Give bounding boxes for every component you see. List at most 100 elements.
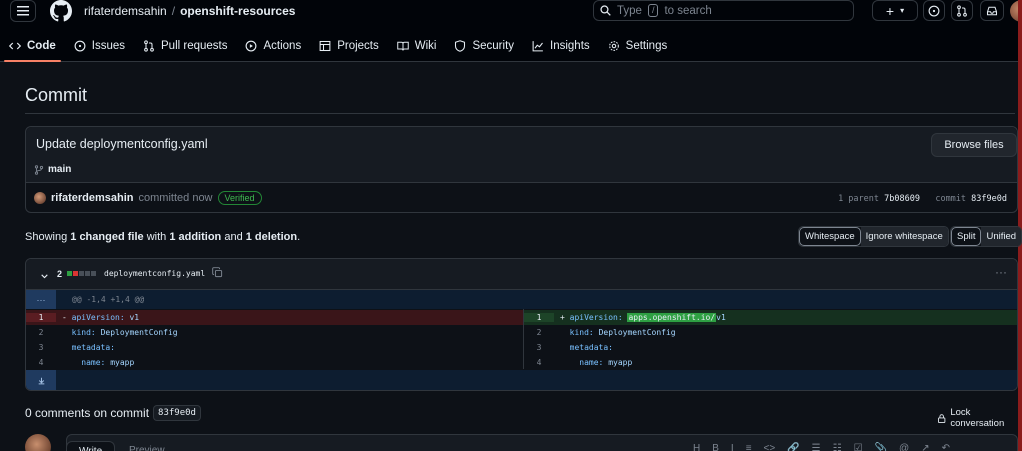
tab-pull-requests[interactable]: Pull requests [134,32,236,60]
tab-insights[interactable]: Insights [523,32,599,60]
whitespace-option[interactable]: Whitespace [799,227,861,246]
lock-conversation-button[interactable]: Lock conversation [937,407,1022,429]
github-logo-icon[interactable] [50,0,72,22]
inbox-button[interactable] [980,0,1004,21]
write-tab[interactable]: Write [66,441,116,451]
pull-request-icon [957,4,967,17]
line-number[interactable]: 2 [26,328,56,337]
line-number[interactable]: 1 [524,313,554,322]
ignore-whitespace-option[interactable]: Ignore whitespace [860,227,948,246]
split-view-option[interactable]: Split [951,227,982,246]
expand-down-icon[interactable] [26,370,56,390]
mention-icon[interactable]: @ [899,443,909,451]
heading-icon[interactable]: H [693,443,700,451]
comments-count-label: 0 comments on commit [25,406,150,420]
reference-icon[interactable]: ↗ [921,443,929,451]
create-new-button[interactable]: + ▾ [872,0,918,21]
branch-name: main [48,164,72,175]
italic-icon[interactable]: I [731,443,734,451]
title-divider [25,113,1015,114]
diff-line-context[interactable]: 4 name: myapp [524,355,1017,370]
yaml-key: kind: [569,328,594,337]
line-number[interactable]: 3 [524,343,554,352]
copy-icon[interactable] [212,267,223,281]
tab-wiki[interactable]: Wiki [388,32,446,60]
hamburger-menu-button[interactable] [10,0,36,22]
line-number[interactable]: 4 [26,358,56,367]
issue-icon [928,5,940,16]
tab-actions[interactable]: Actions [236,32,310,60]
line-number[interactable]: 2 [524,328,554,337]
commit-author-row: rifaterdemsahin committed now Verified [34,191,262,205]
undo-icon[interactable]: ↶ [942,443,950,451]
summary-text: . [297,231,301,243]
verified-badge[interactable]: Verified [217,191,262,205]
browse-files-button[interactable]: Browse files [931,133,1017,157]
line-number[interactable]: 3 [26,343,56,352]
ordered-list-icon[interactable]: ☰ [812,443,821,451]
branch-label[interactable]: main [34,164,71,175]
pull-request-icon [144,40,154,52]
diff-line-context[interactable]: 2 kind: DeploymentConfig [524,325,1017,340]
author-link[interactable]: rifaterdemsahin [51,192,134,204]
graph-icon [532,41,543,52]
attach-icon[interactable]: 📎 [875,443,887,451]
author-avatar[interactable] [34,192,46,204]
diff-line-deleted[interactable]: 1 - apiVersion: v1 [26,310,523,325]
diff-line-context[interactable]: 3 metadata: [524,340,1017,355]
tab-label: Settings [625,40,668,52]
search-input[interactable]: Type / to search [593,0,854,21]
changed-files-count: 1 changed file [70,231,144,243]
issues-button[interactable] [923,0,945,21]
code-icon[interactable]: <> [764,443,776,451]
parent-sha-link[interactable]: 7b08609 [884,194,920,204]
expand-up-button[interactable]: ··· [26,290,56,309]
yaml-value: v1 [129,313,140,322]
shield-icon [455,40,466,52]
link-icon[interactable]: 🔗 [787,443,799,451]
tab-label: Security [472,40,515,52]
tab-label: Pull requests [161,40,228,52]
preview-tab[interactable]: Preview [117,441,177,451]
unordered-list-icon[interactable]: ☷ [833,443,842,451]
owner-link[interactable]: rifaterdemsahin [84,4,167,18]
diff-line-context[interactable]: 2 kind: DeploymentConfig [26,325,523,340]
file-diff: 2 deploymentconfig.yaml ··· ··· @@ -1,4 … [25,258,1018,391]
branch-icon [34,164,44,175]
diff-marker: - [62,313,67,322]
hunk-range: @@ -1,4 +1,4 @@ [72,295,145,304]
tab-projects[interactable]: Projects [310,32,388,60]
diff-filename[interactable]: deploymentconfig.yaml [104,269,205,278]
diff-line-context[interactable]: 3 metadata: [26,340,523,355]
gear-icon [608,41,619,51]
yaml-value: DeploymentConfig [100,328,178,337]
tab-security[interactable]: Security [445,32,523,60]
tab-label: Code [27,40,56,52]
file-options-kebab-icon[interactable]: ··· [995,265,1007,279]
diff-marker: + [560,313,565,322]
diff-line-added[interactable]: 1 + apiVersion: apps.openshift.io/v1 [524,310,1017,325]
pull-requests-button[interactable] [951,0,973,21]
quote-icon[interactable]: ≡ [746,443,752,451]
yaml-key: name: [569,358,604,367]
search-icon [600,5,611,16]
tab-label: Insights [550,40,590,52]
tab-issues[interactable]: Issues [65,32,134,60]
diff-line-count: 2 [57,269,63,279]
bold-icon[interactable]: B [712,443,719,451]
diff-line-context[interactable]: 4 name: myapp [26,355,523,370]
repo-link[interactable]: openshift-resources [180,4,295,18]
line-number[interactable]: 4 [524,358,554,367]
line-number[interactable]: 1 [26,313,56,322]
breadcrumb-separator: / [171,4,176,18]
commit-message: Update deploymentconfig.yaml [36,137,208,151]
commit-summary-box: Update deploymentconfig.yaml main Browse… [25,126,1018,213]
menu-icon [17,6,29,16]
lock-icon [938,413,946,423]
tab-code[interactable]: Code [0,32,65,62]
task-list-icon[interactable]: ☑ [854,443,863,451]
collapse-chevron-icon[interactable] [40,270,49,284]
tab-settings[interactable]: Settings [599,32,677,60]
code-icon [9,42,21,50]
unified-view-option[interactable]: Unified [981,227,1022,246]
